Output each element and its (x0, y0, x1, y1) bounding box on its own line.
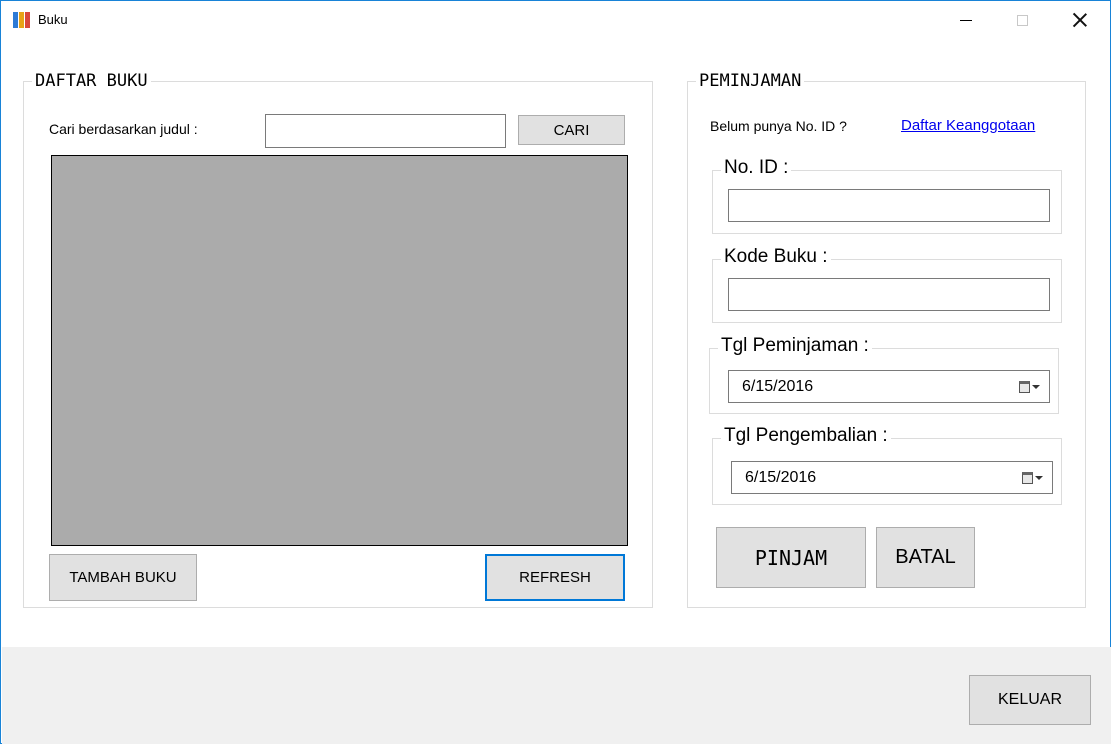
calendar-dropdown-icon[interactable] (1022, 471, 1044, 485)
books-icon (13, 12, 31, 28)
register-membership-link[interactable]: Daftar Keanggotaan (901, 117, 1035, 134)
member-id-input[interactable] (728, 189, 1050, 222)
book-data-grid[interactable] (51, 155, 628, 546)
borrow-button[interactable]: PINJAM (716, 527, 866, 588)
exit-button[interactable]: KELUAR (969, 675, 1091, 725)
book-code-label: Kode Buku : (721, 246, 831, 268)
return-date-picker[interactable]: 6/15/2016 (731, 461, 1053, 494)
search-button[interactable]: CARI (518, 115, 625, 145)
loan-date-label: Tgl Peminjaman : (718, 335, 872, 357)
loan-date-picker[interactable]: 6/15/2016 (728, 370, 1050, 403)
member-id-label: No. ID : (721, 157, 792, 179)
window-title: Buku (38, 12, 68, 27)
title-bar[interactable]: Buku (1, 1, 1110, 39)
footer-panel (2, 647, 1111, 744)
book-list-group-title: DAFTAR BUKU (32, 71, 151, 91)
main-window: Buku DAFTAR BUKU Cari berdasarkan judul … (0, 0, 1111, 744)
add-book-button[interactable]: TAMBAH BUKU (49, 554, 197, 601)
refresh-button[interactable]: REFRESH (485, 554, 625, 601)
cancel-button[interactable]: BATAL (876, 527, 975, 588)
search-title-input[interactable] (265, 114, 506, 148)
minimize-button[interactable] (943, 1, 989, 39)
return-date-value: 6/15/2016 (745, 468, 817, 486)
minimize-icon (960, 19, 972, 21)
maximize-button[interactable] (999, 1, 1045, 39)
return-date-label: Tgl Pengembalian : (721, 425, 891, 447)
loan-date-value: 6/15/2016 (742, 377, 814, 395)
member-prompt: Belum punya No. ID ? (710, 118, 847, 134)
borrowing-group-title: PEMINJAMAN (696, 71, 805, 91)
close-icon (1073, 13, 1087, 27)
book-code-input[interactable] (728, 278, 1050, 311)
search-label: Cari berdasarkan judul : (49, 121, 198, 137)
maximize-icon (1016, 14, 1028, 26)
calendar-dropdown-icon[interactable] (1019, 380, 1041, 394)
close-button[interactable] (1057, 1, 1103, 39)
